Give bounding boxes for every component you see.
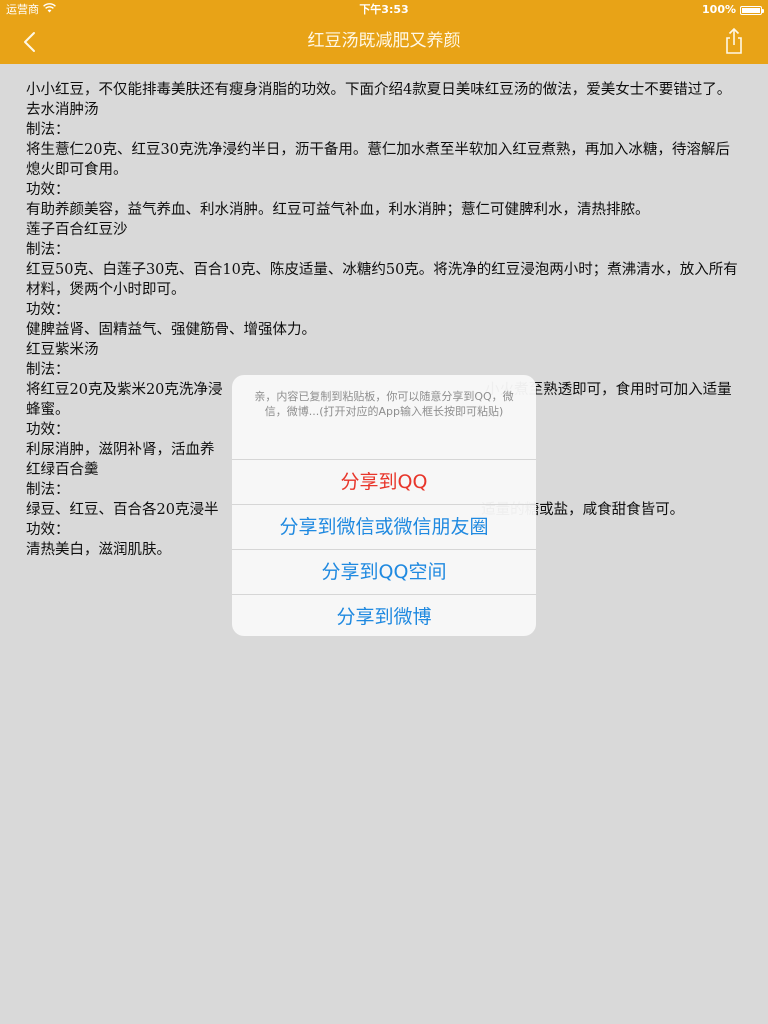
share-icon xyxy=(726,27,742,54)
status-time: 下午3:53 xyxy=(359,3,409,16)
share-to-qq-button[interactable]: 分享到QQ xyxy=(232,460,536,505)
battery-percent: 100% xyxy=(702,3,736,16)
share-action-sheet: 亲，内容已复制到粘贴板，你可以随意分享到QQ，微信，微博...(打开对应的App… xyxy=(232,375,536,636)
page-title: 红豆汤既减肥又养颜 xyxy=(307,31,461,51)
share-button[interactable] xyxy=(720,27,748,55)
share-to-qzone-button[interactable]: 分享到QQ空间 xyxy=(232,550,536,595)
status-right: 100% xyxy=(702,0,764,20)
share-to-weibo-button[interactable]: 分享到微博 xyxy=(232,595,536,636)
battery-icon xyxy=(740,5,764,15)
battery-fill xyxy=(742,7,760,13)
share-sheet-message: 亲，内容已复制到粘贴板，你可以随意分享到QQ，微信，微博...(打开对应的App… xyxy=(232,375,536,460)
status-bar: 运营商 下午3:53 100% xyxy=(0,0,768,20)
share-to-wechat-button[interactable]: 分享到微信或微信朋友圈 xyxy=(232,505,536,550)
nav-bar: 红豆汤既减肥又养颜 xyxy=(0,20,768,64)
